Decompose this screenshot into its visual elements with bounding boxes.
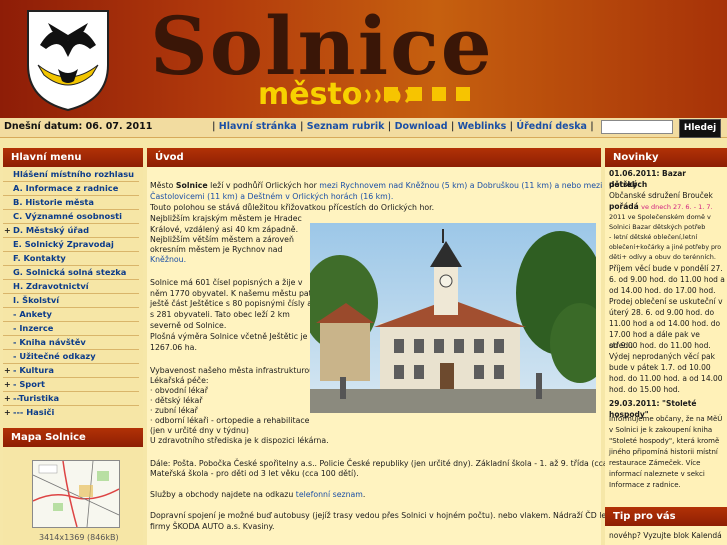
menu-item-healthcare[interactable]: H. Zdravotnictví [4,280,89,293]
top-navigation: | Hlavní stránka | Seznam rubrik | Downl… [212,121,594,132]
news-line: bude v pátek 1.7. od 10.00 [609,363,711,372]
map-panel-title: Mapa Solnice [3,428,143,447]
main-menu-title: Hlavní menu [3,148,143,167]
expand-icon[interactable]: + [4,392,13,405]
shops-line: Služby a obchody najdete na odkazu telef… [150,490,366,499]
population-line: Solnice má 601 čísel popisných a žije v [150,278,303,287]
nav-home-link[interactable]: Hlavní stránka [219,121,297,132]
news-line: restaurace Zámeček. Více [609,459,701,467]
intro-line: Nejbližším krajským městem je Hradec [150,214,302,223]
main-title: Úvod [147,148,601,167]
amenities-line: U zdravotního střediska je k dispozici l… [150,436,329,445]
news-line: hod. do 11.00 hod. a od 14.00 [609,374,723,383]
menu-item-tourism[interactable]: + --Turistika [4,392,59,405]
news-line[interactable]: Informace z radnice. [609,480,726,491]
expand-icon[interactable]: + [4,406,13,419]
expand-icon[interactable]: + [4,224,13,237]
menu-item-useful-links[interactable]: - Užitečné odkazy [4,350,96,363]
decor-square [432,87,446,101]
decor-square [384,87,398,101]
intro-line: Častolovicemi (11 km) a Deštném v Orlick… [150,192,394,201]
search-button[interactable]: Hledej [679,119,721,138]
nav-weblinks-link[interactable]: Weblinks [458,121,507,132]
menu-item-salt-trail[interactable]: G. Solnická solná stezka [4,266,126,279]
news-line: Prodej oblečení se uskuteční v [609,297,723,306]
news-line: hod. do 15.00 hod. [609,385,680,394]
menu-item-guestbook[interactable]: - Kniha návštěv [4,336,86,349]
population-line: s 281 obyvateli. Tato obec leží 2 km [150,310,290,319]
menu-item-ads[interactable]: - Inzerce [4,322,53,335]
news-line: 6. od 9.00 hod. do 11.00 hod a [609,275,725,284]
population-line: ještě část Ještětice s 80 popisnými čísl… [150,299,313,308]
services-line: Mateřská škola - pro děti od 3 let věku … [150,469,359,478]
menu-item-broadcast[interactable]: Hlášení místního rozhlasu [4,168,134,181]
news-line: od 9.00 hod. do 11.00 hod. [609,341,711,350]
population-line: severně od Solnice. [150,321,227,330]
site-subtitle: město [258,77,363,112]
menu-item-firefighters[interactable]: + --- Hasiči [4,406,54,419]
tip-title: Tip pro vás [605,507,727,526]
news-line: od 14.00 hod. do 17.00 hod. [609,286,716,295]
current-date: Dnešní datum: 06. 07. 2011 [4,121,153,132]
expand-icon[interactable]: + [4,364,13,377]
news-line: Informujeme občany, že na MěÚ [609,415,723,423]
map-caption: 3414x1369 (846kB) [39,533,119,542]
news-line: Občanské sdružení Brouček [609,191,713,200]
intro-line: Kněžnou. [150,255,187,264]
town-hall-photo [310,223,596,413]
search-input[interactable] [601,120,673,134]
news-line: "Stoleté hospody", která kromě [609,437,720,445]
intro-line: Touto polohou se stává důležitou křižova… [150,203,435,212]
town-crest-logo [27,10,109,112]
news-line: Příjem věcí bude v pondělí 27. [609,264,723,273]
menu-item-history[interactable]: B. Historie města [4,196,94,209]
expand-icon[interactable]: + [4,378,13,391]
news-line: v Solnici je k zakoupení kniha [609,426,713,434]
menu-item-newsletter[interactable]: E. Solnický Zpravodaj [4,238,114,251]
population-line: Plošná výměra Solnice včetně Ještětic je [150,332,308,341]
menu-item-sport[interactable]: + - Sport [4,378,45,391]
news-line: jiného připomíná historii místní [609,448,718,456]
transport-line: firmy ŠKODA AUTO a.s. Kvasiny. [150,522,275,531]
tip-text: novéhp? Vyzujte blok Kalendá [609,531,722,540]
site-header: Solnice město [0,0,727,118]
nav-notice-board-link[interactable]: Úřední deska [516,121,587,132]
transport-line: Dopravní spojení je možné buď autobusy (… [150,511,639,520]
menu-item-contacts[interactable]: F. Kontakty [4,252,66,265]
nav-sections-link[interactable]: Seznam rubrik [307,121,385,132]
news-title: Novinky [605,148,727,167]
news-line: úterý 28. 6. od 9.00 hod. do [609,308,715,317]
menu-item-municipal-office[interactable]: + D. Městský úřad [4,224,89,237]
town-map-thumbnail[interactable] [32,460,120,528]
menu-item-culture[interactable]: + - Kultura [4,364,54,377]
population-line: 1267.06 ha. [150,343,197,352]
menu-item-polls[interactable]: - Ankety [4,308,52,321]
news-line: informací naleznete v sekci [609,470,705,478]
menu-item-personalities[interactable]: C. Významné osobnosti [4,210,122,223]
menu-item-town-hall-info[interactable]: A. Informace z radnice [4,182,118,195]
menu-item-education[interactable]: I. Školství [4,294,59,307]
nav-download-link[interactable]: Download [395,121,448,132]
news-line: 11.00 hod a od 14.00 hod. do [609,319,721,328]
news-date: potřeb [609,180,638,189]
intro-line: Město Solnice leží v podhůří Orlických h… [150,181,603,190]
decor-square [408,87,422,101]
news-line: děti+ odívy a obuv do terénních. [609,253,716,261]
decor-square [456,87,470,101]
news-line: Výdej neprodaných věcí pak [609,352,715,361]
